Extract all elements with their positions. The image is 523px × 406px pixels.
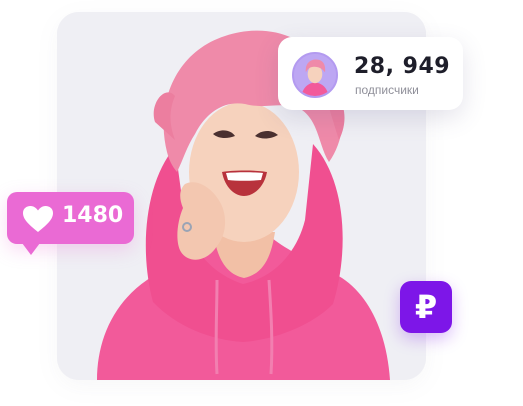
likes-count: 1480 bbox=[62, 203, 124, 228]
likes-bubble: 1480 bbox=[7, 192, 134, 244]
avatar bbox=[292, 52, 338, 98]
promo-illustration: 28, 949 подписчики 1480 ₽ bbox=[0, 0, 523, 406]
subscriber-count: 28, 949 bbox=[354, 54, 451, 79]
subscriber-label: подписчики bbox=[355, 83, 419, 97]
likes-bubble-tail bbox=[22, 243, 40, 255]
subscribers-card: 28, 949 подписчики bbox=[278, 37, 463, 110]
heart-icon bbox=[22, 205, 54, 233]
woman-avatar-icon bbox=[294, 54, 336, 96]
ruble-icon: ₽ bbox=[400, 281, 452, 333]
